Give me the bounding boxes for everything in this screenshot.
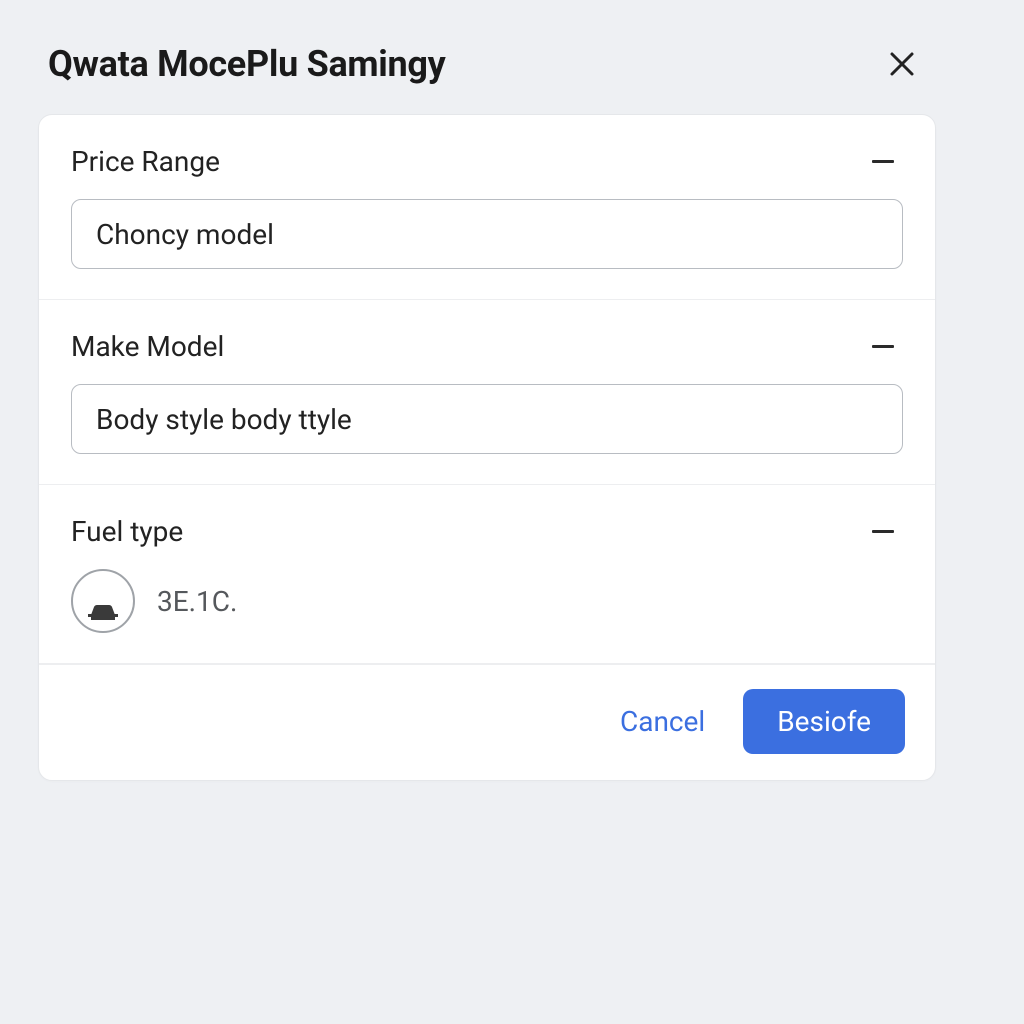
close-button[interactable] xyxy=(878,40,926,88)
collapse-button-fuel-type[interactable] xyxy=(863,511,903,551)
section-title-price-range: Price Range xyxy=(71,145,220,178)
modal-header: Qwata MocePlu Samingy xyxy=(18,18,956,114)
modal-title: Qwata MocePlu Samingy xyxy=(48,43,446,85)
minus-icon xyxy=(872,345,894,348)
filter-card: Price Range Make Model Fuel type xyxy=(38,114,936,781)
section-header-fuel-type[interactable]: Fuel type xyxy=(71,511,903,551)
fuel-type-value: 3E.1C. xyxy=(157,585,237,618)
section-fuel-type: Fuel type 3E.1C. xyxy=(39,485,935,664)
section-title-make-model: Make Model xyxy=(71,330,224,363)
collapse-button-make-model[interactable] xyxy=(863,326,903,366)
fuel-type-row[interactable]: 3E.1C. xyxy=(71,567,903,633)
collapse-button-price-range[interactable] xyxy=(863,141,903,181)
minus-icon xyxy=(872,160,894,163)
section-make-model: Make Model xyxy=(39,300,935,485)
close-icon xyxy=(887,49,917,79)
filter-modal: Qwata MocePlu Samingy Price Range Make M… xyxy=(18,18,956,781)
section-price-range: Price Range xyxy=(39,115,935,300)
car-icon xyxy=(86,601,120,623)
cancel-button[interactable]: Cancel xyxy=(608,691,717,752)
primary-button[interactable]: Besiofe xyxy=(743,689,905,754)
section-header-make-model[interactable]: Make Model xyxy=(71,326,903,366)
minus-icon xyxy=(872,530,894,533)
modal-footer: Cancel Besiofe xyxy=(39,664,935,780)
section-title-fuel-type: Fuel type xyxy=(71,515,183,548)
fuel-type-icon-circle xyxy=(71,569,135,633)
make-model-input[interactable] xyxy=(71,384,903,454)
price-range-input[interactable] xyxy=(71,199,903,269)
section-header-price-range[interactable]: Price Range xyxy=(71,141,903,181)
